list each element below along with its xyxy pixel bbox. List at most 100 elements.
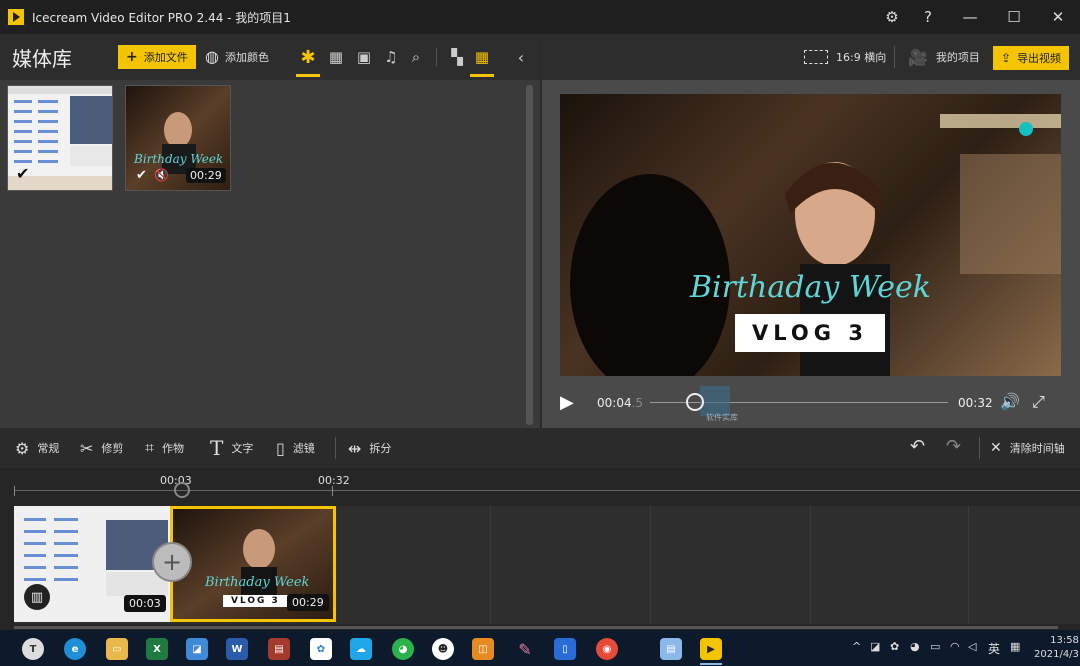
wifi-icon[interactable]: ◠	[950, 640, 960, 653]
play-icon[interactable]: ▶	[560, 392, 574, 413]
split-icon: ⇹	[348, 438, 362, 458]
timeline-scrollbar[interactable]	[14, 626, 1058, 629]
track-divider	[650, 506, 651, 624]
search-icon[interactable]: ⌕	[406, 47, 426, 67]
player-controls: ▶ 00:04.5 软件实库 00:32 🔊 ⤢	[542, 384, 1080, 422]
timeline: 00:03 00:32 ▥ 00:03 Birthaday Week VLOG …	[0, 468, 1080, 630]
ruler-tick	[14, 486, 15, 496]
chrome-icon[interactable]: ◉	[596, 638, 618, 660]
volume-tray-icon[interactable]: ◁	[968, 640, 976, 653]
divider	[979, 437, 980, 459]
audio-filter-icon[interactable]: ♫	[381, 47, 401, 67]
start-icon[interactable]: T	[22, 638, 44, 660]
filmstrip-icon[interactable]: ▥	[24, 584, 50, 610]
divider	[894, 46, 895, 68]
wechat-icon[interactable]: ◕	[392, 638, 414, 660]
media-thumbnail-video[interactable]: Birthday Week ✔ 🔇 00:29	[125, 85, 231, 191]
clip-title-overlay: Birthaday Week	[205, 575, 310, 590]
export-video-button[interactable]: ⇪ 导出视频	[993, 46, 1070, 70]
current-time: 00:04.5	[597, 396, 644, 410]
winrar-icon[interactable]: ▤	[268, 638, 290, 660]
phone-icon[interactable]: ▯	[554, 638, 576, 660]
favorites-icon[interactable]: ✱	[298, 47, 318, 68]
cloud-icon[interactable]: ☁	[350, 638, 372, 660]
watermark-text: 软件实库	[706, 413, 738, 422]
aspect-ratio-label: 16:9 横向	[836, 51, 887, 64]
video-filter-icon[interactable]: ▦	[326, 47, 346, 67]
help-icon[interactable]: ?	[906, 0, 950, 34]
excel-icon[interactable]: X	[146, 638, 168, 660]
tray-app-icon[interactable]: ◪	[870, 640, 880, 653]
small-grid-icon[interactable]: ▦	[472, 47, 492, 67]
icecream-taskbar-icon[interactable]: ▶	[700, 638, 722, 660]
timeline-clip-screenshot[interactable]: ▥ 00:03	[14, 506, 174, 622]
muted-icon[interactable]: 🔇	[154, 168, 169, 182]
baidu-icon[interactable]: ✿	[310, 638, 332, 660]
add-transition-button[interactable]: +	[152, 542, 192, 582]
library-scrollbar[interactable]	[526, 85, 533, 425]
camera-icon: 🎥	[908, 47, 928, 67]
close-icon: ✕	[990, 440, 1002, 456]
tray-wechat-icon[interactable]: ◕	[910, 640, 920, 653]
preview-video-frame[interactable]: Birthaday Week VLOG 3	[560, 94, 1061, 376]
crop-button[interactable]: ⌗ 作物	[145, 437, 184, 459]
my-projects-button[interactable]: 🎥 我的项目	[908, 46, 980, 68]
brand-badge	[1019, 122, 1033, 136]
divider	[335, 437, 336, 459]
app-icon[interactable]: ▤	[660, 638, 682, 660]
explorer-icon[interactable]: ▭	[106, 638, 128, 660]
preview-panel: 16:9 横向 🎥 我的项目 ⇪ 导出视频 Birthaday Week VLO…	[542, 34, 1080, 428]
playhead-handle[interactable]	[174, 482, 190, 498]
system-clock[interactable]: 13:58 2021/4/3	[1034, 634, 1079, 662]
add-file-label: 添加文件	[143, 51, 188, 64]
edge-icon[interactable]: e	[64, 638, 86, 660]
small-grid-underline	[470, 74, 494, 77]
filter-button[interactable]: ▯ 滤镜	[276, 437, 315, 459]
ime-indicator[interactable]: 英	[988, 640, 1000, 657]
vlog-label-box: VLOG 3	[735, 314, 885, 352]
pen-icon[interactable]: ✎	[514, 638, 536, 660]
clip-vlog-overlay: VLOG 3	[223, 595, 288, 607]
aspect-ratio-button[interactable]: 16:9 横向	[804, 46, 886, 68]
trim-button[interactable]: ✂ 修剪	[80, 437, 123, 459]
tray-expand-icon[interactable]: ^	[852, 640, 861, 653]
media-thumbnail-screenshot[interactable]: ✔	[7, 85, 113, 191]
export-label: 导出视频	[1017, 52, 1062, 65]
redo-icon[interactable]: ↷	[946, 436, 961, 457]
general-button[interactable]: ⚙ 常规	[15, 437, 59, 459]
word-icon[interactable]: W	[226, 638, 248, 660]
collapse-panel-icon[interactable]: ‹	[511, 47, 531, 67]
title-bar: Icecream Video Editor PRO 2.44 - 我的项目1 ⚙…	[0, 0, 1080, 34]
image-filter-icon[interactable]: ▣	[354, 47, 374, 67]
thumb-overlay-text: Birthday Week	[134, 152, 224, 166]
split-button[interactable]: ⇹ 拆分	[348, 437, 391, 459]
close-button[interactable]: ✕	[1036, 0, 1080, 34]
minimize-button[interactable]: —	[948, 0, 992, 34]
tray-app-icon[interactable]: ✿	[890, 640, 899, 653]
track-divider	[810, 506, 811, 624]
text-button[interactable]: T 文字	[210, 436, 253, 460]
undo-icon[interactable]: ↶	[910, 436, 925, 457]
add-color-button[interactable]: ◍ 添加颜色	[205, 47, 269, 66]
tray-app-icon[interactable]: ▭	[930, 640, 940, 653]
export-icon: ⇪	[1001, 51, 1012, 65]
volume-icon[interactable]: 🔊	[1000, 392, 1020, 411]
active-app-indicator	[700, 663, 722, 665]
app-icon[interactable]: ◪	[186, 638, 208, 660]
thumb-duration: 00:29	[186, 168, 226, 183]
panda-icon[interactable]: ☻	[432, 638, 454, 660]
clear-timeline-button[interactable]: ✕ 清除时间轴	[990, 437, 1065, 459]
clock-date: 2021/4/3	[1034, 649, 1079, 660]
aspect-ratio-icon	[804, 50, 828, 64]
maximize-button[interactable]: ☐	[992, 0, 1036, 34]
large-grid-icon[interactable]: ▚	[447, 47, 467, 67]
check-icon: ✔	[136, 168, 147, 183]
seek-knob[interactable]	[686, 393, 704, 411]
clip-duration: 00:03	[124, 595, 166, 612]
library-toolbar: 媒体库 + 添加文件 ◍ 添加颜色 ✱ ▦ ▣ ♫ ⌕ ▚ ▦ ‹	[0, 34, 540, 80]
app-icon[interactable]: ◫	[472, 638, 494, 660]
ime-mode-icon[interactable]: ▦	[1010, 640, 1020, 653]
fullscreen-icon[interactable]: ⤢	[1032, 392, 1045, 412]
timeline-clip-video[interactable]: Birthaday Week VLOG 3 00:29	[170, 506, 336, 622]
add-file-button[interactable]: + 添加文件	[118, 45, 196, 69]
